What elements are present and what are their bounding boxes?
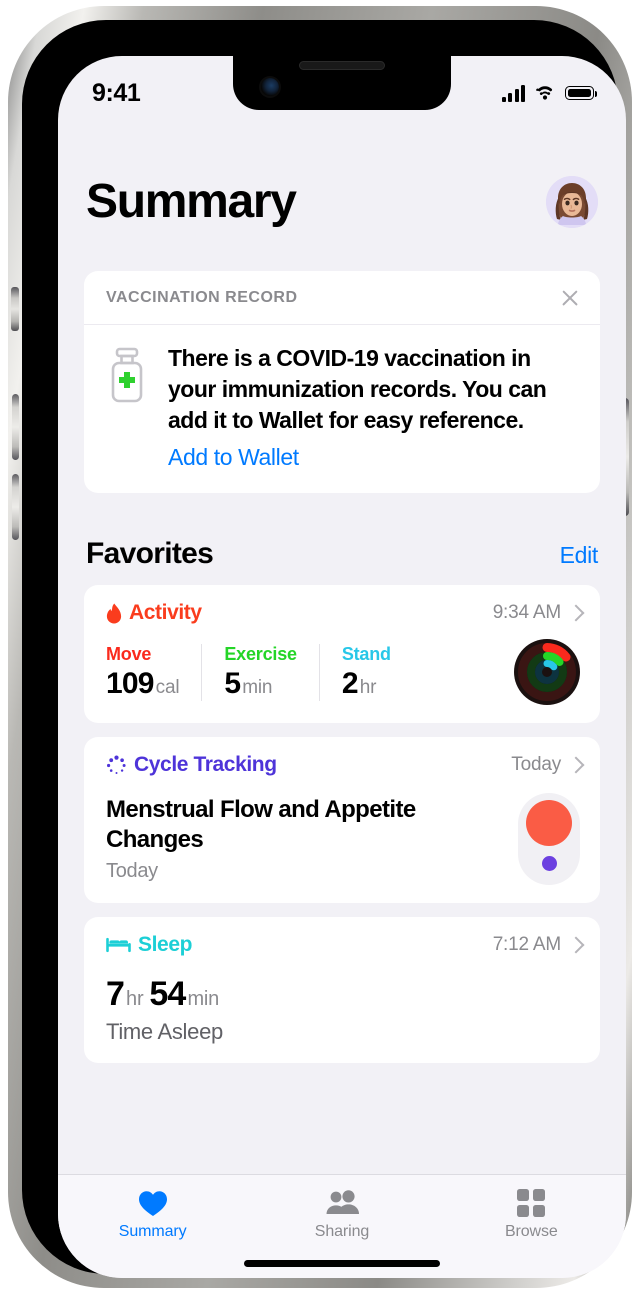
activity-card-header: Activity 9:34 AM [106, 601, 580, 625]
cycle-headline: Menstrual Flow and Appetite Changes [106, 796, 416, 854]
front-camera-icon [261, 78, 279, 96]
activity-card-meta: 9:34 AM [493, 602, 580, 624]
cycle-flow-dot-icon [526, 800, 572, 847]
home-indicator[interactable] [244, 1260, 440, 1267]
metric-stand: Stand 2 hr [318, 643, 413, 701]
activity-title-group: Activity [106, 601, 202, 625]
scroll-spacer [58, 1077, 626, 1111]
favorites-title: Favorites [86, 537, 214, 571]
vaccination-card-title: VACCINATION RECORD [106, 289, 298, 306]
metric-stand-number: 2 [341, 666, 359, 700]
metric-exercise-unit: min [242, 676, 273, 698]
cycle-text-block: Menstrual Flow and Appetite Changes Toda… [106, 795, 518, 883]
sleep-hours-value: 7 [106, 975, 125, 1014]
sleep-title-group: Sleep [106, 933, 192, 957]
metric-move: Move 109 cal [106, 644, 201, 701]
memoji-avatar-icon [546, 175, 598, 228]
metric-stand-unit: hr [359, 676, 377, 698]
page-title: Summary [86, 175, 297, 228]
notch [233, 56, 451, 110]
bed-icon [106, 938, 131, 953]
close-icon[interactable] [558, 286, 582, 310]
vaccination-text-block: There is a COVID-19 vaccination in your … [168, 343, 580, 471]
metric-exercise-label: Exercise [224, 643, 297, 664]
sleep-card-body: 7 hr 54 min Time Asleep [106, 975, 580, 1045]
activity-metrics-row: Move 109 cal Exercise 5 min Stand 2 hr [106, 639, 580, 706]
volume-down-button[interactable] [12, 474, 19, 540]
volume-up-button[interactable] [12, 394, 19, 460]
mute-switch[interactable] [11, 287, 19, 331]
metric-move-value: 109 cal [106, 666, 180, 701]
metric-stand-label: Stand [341, 643, 391, 664]
status-time: 9:41 [92, 78, 141, 107]
cycle-card-body: Menstrual Flow and Appetite Changes Toda… [106, 793, 580, 886]
sleep-card-header: Sleep 7:12 AM [106, 933, 580, 957]
activity-card-name: Activity [129, 601, 202, 625]
screenshot-stage: 9:41 Summary VACCINATION RECORD There is… [0, 0, 640, 1294]
vaccination-card-header: VACCINATION RECORD [84, 271, 600, 325]
cycle-tracking-card[interactable]: Cycle Tracking Today Menstrual Flow and … [84, 737, 600, 904]
wifi-icon [536, 85, 553, 100]
activity-card[interactable]: Activity 9:34 AM Move 109 cal Exercise 5… [84, 585, 600, 724]
tab-summary-label: Summary [118, 1223, 187, 1240]
tab-browse[interactable]: Browse [437, 1175, 626, 1278]
metric-exercise-value: 5 min [224, 667, 296, 701]
cycle-title-group: Cycle Tracking [106, 753, 277, 777]
phone-screen: 9:41 Summary VACCINATION RECORD There is… [58, 56, 626, 1278]
vaccination-record-card: VACCINATION RECORD There is a COVID-19 v… [84, 271, 600, 494]
sleep-subtitle: Time Asleep [106, 1019, 223, 1045]
activity-timestamp: 9:34 AM [492, 602, 562, 624]
vaccination-card-body: There is a COVID-19 vaccination in your … [84, 325, 600, 493]
vaccine-vial-icon [106, 343, 152, 471]
metric-stand-value: 2 hr [342, 667, 391, 701]
cycle-timestamp: Today [511, 754, 561, 776]
vaccination-message: There is a COVID-19 vaccination in your … [168, 345, 547, 433]
cycle-graphic [518, 793, 580, 886]
metric-exercise: Exercise 5 min [201, 643, 318, 701]
cycle-subtitle: Today [106, 860, 158, 883]
sleep-duration: 7 hr 54 min [106, 975, 580, 1014]
edit-favorites-button[interactable]: Edit [560, 542, 599, 569]
sleep-card-name: Sleep [138, 933, 193, 957]
flame-icon [106, 603, 122, 624]
tab-sharing-label: Sharing [314, 1223, 370, 1240]
metric-move-unit: cal [155, 676, 180, 698]
activity-rings-icon [514, 639, 580, 706]
cycle-dots-icon [107, 755, 126, 774]
sleep-card[interactable]: Sleep 7:12 AM 7 hr 54 min Time Asleep [84, 917, 600, 1064]
status-icons [501, 84, 598, 102]
sleep-timestamp: 7:12 AM [492, 934, 562, 956]
grid-icon [517, 1188, 546, 1218]
cycle-card-meta: Today [511, 754, 580, 776]
metric-move-label: Move [106, 643, 152, 664]
sleep-minutes-value: 54 [149, 975, 186, 1014]
chevron-right-icon[interactable] [570, 604, 580, 622]
phone-frame: 9:41 Summary VACCINATION RECORD There is… [8, 6, 632, 1288]
metric-move-number: 109 [106, 666, 154, 700]
add-to-wallet-button[interactable]: Add to Wallet [168, 444, 299, 471]
favorites-section-header: Favorites Edit [58, 493, 626, 585]
people-icon [325, 1188, 359, 1218]
cycle-card-header: Cycle Tracking Today [106, 753, 580, 777]
sleep-minutes-unit: min [187, 988, 220, 1011]
tab-summary[interactable]: Summary [58, 1175, 247, 1278]
chevron-right-icon[interactable] [570, 756, 580, 774]
phone-bezel: 9:41 Summary VACCINATION RECORD There is… [22, 20, 626, 1278]
sleep-card-meta: 7:12 AM [493, 934, 580, 956]
earpiece-speaker-icon [299, 61, 385, 70]
cycle-symptom-dot-icon [541, 856, 557, 872]
tab-browse-label: Browse [504, 1223, 558, 1240]
activity-metrics: Move 109 cal Exercise 5 min Stand 2 hr [106, 643, 514, 701]
battery-full-icon [565, 86, 598, 100]
cycle-card-name: Cycle Tracking [134, 753, 277, 777]
metric-exercise-number: 5 [224, 666, 241, 700]
cellular-bars-icon [501, 84, 525, 102]
heart-icon [138, 1188, 168, 1218]
summary-scroll-view[interactable]: Summary VACCINATION RECORD There is a CO… [58, 56, 626, 1278]
sleep-hours-unit: hr [126, 988, 144, 1011]
avatar[interactable] [546, 175, 598, 228]
chevron-right-icon[interactable] [570, 936, 580, 954]
